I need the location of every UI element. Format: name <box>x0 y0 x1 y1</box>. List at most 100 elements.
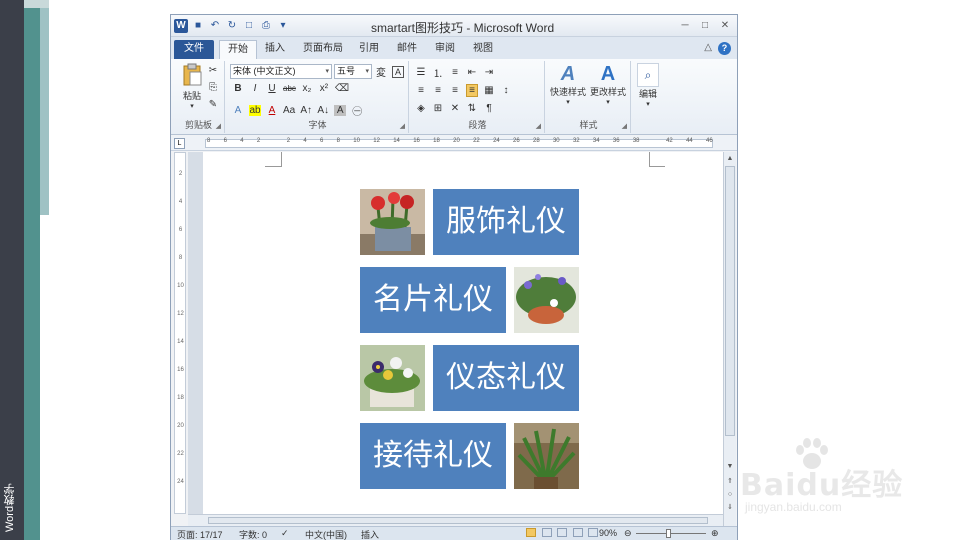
tab-review[interactable]: 审阅 <box>427 40 463 59</box>
vertical-scrollbar[interactable]: ▲ ▼ ⇑ ○ ⇓ <box>723 152 736 527</box>
increase-indent-icon[interactable]: ⇥ <box>483 67 495 78</box>
bullets-icon[interactable]: ☰ <box>415 67 427 78</box>
borders-icon[interactable]: ⊞ <box>432 103 444 114</box>
full-screen-icon[interactable] <box>541 528 552 537</box>
tab-selector-icon[interactable]: L <box>174 138 185 149</box>
document-page[interactable]: 服饰礼仪 名片礼仪 仪态礼仪 接待礼仪 <box>203 152 723 514</box>
font-color-icon[interactable]: A <box>266 105 278 116</box>
undo-icon[interactable]: ↶ <box>208 19 222 33</box>
smartart-box-1[interactable]: 服饰礼仪 <box>433 189 579 255</box>
margin-mark <box>649 152 650 166</box>
tab-view[interactable]: 视图 <box>465 40 501 59</box>
minimize-icon[interactable]: ─ <box>677 18 693 32</box>
collapse-ribbon-icon[interactable]: △ <box>704 42 712 55</box>
subscript-icon[interactable]: x₂ <box>301 83 313 94</box>
strikethrough-icon[interactable]: abc <box>283 84 296 93</box>
grow-font-icon[interactable]: A↑ <box>300 105 312 116</box>
word-count[interactable]: 字数: 0 <box>239 528 267 540</box>
word-icon[interactable]: W <box>174 19 188 33</box>
vruler-tick-label: 20 <box>177 423 184 429</box>
proofing-icon[interactable]: ✓ <box>281 528 289 539</box>
scroll-up-icon[interactable]: ▲ <box>725 154 735 164</box>
horizontal-scrollbar[interactable] <box>188 514 723 526</box>
page-count[interactable]: 页面: 17/17 <box>177 528 223 540</box>
maximize-icon[interactable]: □ <box>697 18 713 32</box>
new-document-icon[interactable]: □ <box>242 19 256 33</box>
font-launcher-icon[interactable]: ◢ <box>400 122 405 130</box>
text-effects-icon[interactable]: A <box>232 105 244 116</box>
distribute-icon[interactable]: ▦ <box>483 85 495 96</box>
font-size-combo[interactable]: 五号 ▾ <box>334 64 372 79</box>
shrink-font-icon[interactable]: A↓ <box>317 105 329 116</box>
vruler-tick-label: 4 <box>178 199 183 205</box>
justify-icon[interactable]: ≡ <box>466 84 478 97</box>
browse-object-icon[interactable]: ○ <box>725 490 735 500</box>
character-shading-icon[interactable]: A <box>334 105 347 116</box>
web-layout-icon[interactable] <box>557 528 568 537</box>
zoom-in-icon[interactable]: ⊕ <box>711 528 719 539</box>
print-layout-icon[interactable] <box>526 528 536 537</box>
outline-icon[interactable] <box>572 528 583 537</box>
redo-icon[interactable]: ↻ <box>225 19 239 33</box>
copy-icon[interactable]: ⎘ <box>207 82 219 93</box>
change-styles-button[interactable]: A 更改样式 ▾ <box>589 63 627 106</box>
cut-icon[interactable]: ✂ <box>207 65 219 76</box>
clear-format-icon[interactable]: ⌫ <box>335 83 349 94</box>
character-border-icon[interactable]: A <box>392 65 404 78</box>
decrease-indent-icon[interactable]: ⇤ <box>466 67 478 78</box>
scroll-down-icon[interactable]: ▼ <box>725 462 735 472</box>
superscript-icon[interactable]: x² <box>318 83 330 94</box>
tab-references[interactable]: 引用 <box>351 40 387 59</box>
align-left-icon[interactable]: ≡ <box>415 85 427 96</box>
save-icon[interactable]: ■ <box>191 19 205 33</box>
highlight-icon[interactable]: ab <box>249 105 261 116</box>
align-center-icon[interactable]: ≡ <box>432 85 444 96</box>
paragraph-launcher-icon[interactable]: ◢ <box>536 122 541 130</box>
format-painter-icon[interactable]: ✎ <box>207 99 219 110</box>
change-case-icon[interactable]: Aa <box>283 105 295 116</box>
clipboard-launcher-icon[interactable]: ◢ <box>216 122 221 130</box>
previous-page-icon[interactable]: ⇑ <box>725 477 735 487</box>
line-spacing-icon[interactable]: ↕ <box>500 85 512 96</box>
font-name-combo[interactable]: 宋体 (中文正文) ▾ <box>230 64 332 79</box>
underline-icon[interactable]: U <box>266 83 278 94</box>
ruler-tick-label: 10 <box>353 138 360 144</box>
shading-icon[interactable]: ◈ <box>415 103 427 114</box>
align-right-icon[interactable]: ≡ <box>449 85 461 96</box>
zoom-out-icon[interactable]: ⊖ <box>624 528 632 539</box>
print-icon[interactable]: ⎙ <box>259 19 273 33</box>
quick-styles-button[interactable]: A 快速样式 ▾ <box>549 63 587 106</box>
zoom-slider-knob[interactable] <box>666 529 671 538</box>
sort-icon[interactable]: ⇅ <box>466 103 478 114</box>
paste-button[interactable]: 粘贴 ▾ <box>179 63 205 110</box>
editing-button[interactable]: ⌕ 编辑 ▾ <box>633 63 663 108</box>
enclose-character-icon[interactable]: ㊀ <box>351 103 363 118</box>
scrollbar-thumb[interactable] <box>725 166 735 436</box>
bold-icon[interactable]: B <box>232 83 244 94</box>
close-icon[interactable]: ✕ <box>717 18 733 32</box>
tab-home[interactable]: 开始 <box>219 40 257 59</box>
tab-mailings[interactable]: 邮件 <box>389 40 425 59</box>
insert-mode[interactable]: 插入 <box>361 528 379 540</box>
smartart-box-4[interactable]: 接待礼仪 <box>360 423 506 489</box>
customize-qat-icon[interactable]: ▾ <box>276 19 290 33</box>
italic-icon[interactable]: I <box>249 83 261 94</box>
zoom-slider[interactable] <box>636 533 706 534</box>
zoom-level[interactable]: 90% <box>599 528 617 538</box>
numbering-icon[interactable]: ⒈ <box>432 65 444 80</box>
chinese-layout-icon[interactable]: ✕ <box>449 103 461 114</box>
smartart-box-3[interactable]: 仪态礼仪 <box>433 345 579 411</box>
tab-file[interactable]: 文件 <box>174 40 214 59</box>
draft-icon[interactable] <box>588 528 599 537</box>
phonetic-guide-icon[interactable]: 変 <box>375 64 387 79</box>
smartart-box-2[interactable]: 名片礼仪 <box>360 267 506 333</box>
tab-insert[interactable]: 插入 <box>257 40 293 59</box>
next-page-icon[interactable]: ⇓ <box>725 503 735 513</box>
show-marks-icon[interactable]: ¶ <box>483 103 495 114</box>
styles-launcher-icon[interactable]: ◢ <box>622 122 627 130</box>
language-indicator[interactable]: 中文(中国) <box>305 528 347 540</box>
tab-page-layout[interactable]: 页面布局 <box>295 40 351 59</box>
horizontal-scrollbar-thumb[interactable] <box>208 517 708 524</box>
multilevel-list-icon[interactable]: ≡ <box>449 67 461 78</box>
help-icon[interactable]: ? <box>718 42 731 55</box>
